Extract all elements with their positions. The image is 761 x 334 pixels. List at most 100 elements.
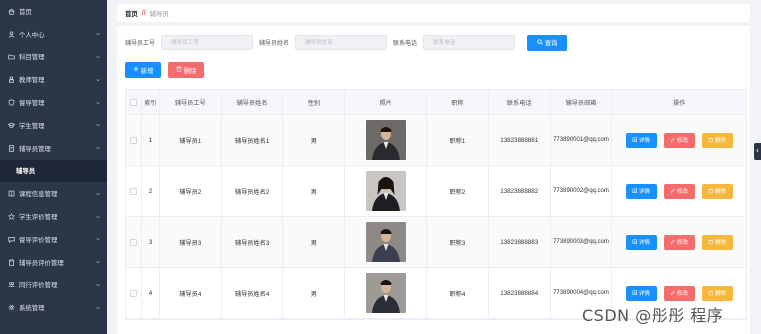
sidebar-item[interactable]: 系统管理 [0,296,107,319]
row-select-cell[interactable] [126,166,142,216]
edit-button[interactable]: 修改 [663,285,695,301]
chevron-down-icon [95,100,101,106]
sidebar-item-label: 系统管理 [19,305,45,313]
header-select-all[interactable] [126,90,142,114]
search-button[interactable]: 查询 [527,34,568,51]
delete-label: 删除 [714,138,727,144]
row-checkbox[interactable] [129,238,137,246]
sidebar-item[interactable]: 教师管理 [0,68,107,91]
cell-mail-text: 773890003@qq.com [553,239,609,245]
search-label-name: 辅导员姓名 [259,41,290,47]
chevron-down-icon [95,259,101,265]
search-input-phone[interactable] [423,35,516,50]
header-photo: 照片 [345,90,428,114]
sidebar-item[interactable]: 督导管理 [0,91,107,114]
cell-name: 辅导员姓名4 [222,268,284,318]
delete-button[interactable]: 删除 [701,285,733,301]
add-button[interactable]: 新增 [125,62,161,78]
sidebar-item[interactable]: 辅导员评价管理 [0,251,107,274]
header-mail: 辅导员邮箱 [551,90,613,114]
cell-mail: 773890003@qq.com [551,217,613,267]
cell-mail: 773890001@qq.com [551,115,613,165]
search-bar: 辅导员工号 辅导员姓名 联系电话 查询 [125,34,568,51]
sidebar-item[interactable]: 课程信息管理 [0,182,107,205]
delete-button[interactable]: 删除 [701,234,733,250]
breadcrumb: 首页 // 辅导员 [117,4,750,22]
search-icon [536,38,543,47]
sidebar-item[interactable]: 学生管理 [0,114,107,137]
header-ops: 操作 [673,99,686,107]
search-input-name[interactable] [295,35,388,50]
cell-sex: 男 [283,115,346,165]
row-checkbox[interactable] [129,187,137,195]
document-icon [632,188,638,194]
search-label-no: 辅导员工号 [125,41,156,47]
table-row: 3 辅导员3 辅导员姓名3 男 职称3 13823888883 773890003@qq.c… [126,217,746,268]
header-name: 辅导员姓名 [222,90,284,114]
table-row: 1 辅导员1 辅导员姓名1 男 职称1 13823888881 773890001@qq.c… [126,115,746,166]
sidebar-item[interactable]: 辅导员管理 [0,137,107,160]
sidebar-item-label: 同行评价管理 [19,282,58,290]
row-select-cell[interactable] [126,115,142,165]
clipboard-icon [7,258,15,266]
row-checkbox[interactable] [129,136,137,144]
sidebar-subitem[interactable]: 辅导员 [0,159,107,183]
cell-photo [345,115,428,165]
cell-mail: 773890002@qq.com [551,166,613,216]
row-select-cell[interactable] [126,217,142,267]
edit-button[interactable]: 修改 [663,234,695,250]
header-no: 辅导员工号 [160,90,222,114]
sidebar-item[interactable]: 个人中心 [0,23,107,46]
detail-button[interactable]: 详情 [625,234,657,250]
delete-button[interactable]: 删除 [701,183,733,199]
chevron-down-icon [95,191,101,197]
detail-button[interactable]: 详情 [625,132,657,148]
breadcrumb-home[interactable]: 首页 [125,9,138,18]
edit-button[interactable]: 修改 [663,132,695,148]
sidebar-item[interactable]: 督导评价管理 [0,228,107,251]
select-all-checkbox[interactable] [129,98,137,106]
chevron-down-icon [95,305,101,311]
breadcrumb-separator: // [141,9,146,17]
cell-sex: 男 [283,268,346,318]
side-drawer-toggle[interactable] [754,143,761,160]
search-input-no[interactable] [161,35,254,50]
chevron-down-icon [95,31,101,37]
cell-phone: 13823888882 [489,166,551,216]
star-icon [7,213,15,221]
edit-label: 修改 [676,291,689,297]
cell-sex: 男 [283,166,346,216]
delete-label: 删除 [714,291,727,297]
sidebar-item[interactable]: 科目管理 [0,46,107,69]
pencil-icon [670,188,676,194]
cell-no: 辅导员2 [160,166,222,216]
batch-delete-button[interactable]: 删除 [168,62,204,78]
detail-button[interactable]: 详情 [625,285,657,301]
cell-name: 辅导员姓名1 [222,115,284,165]
watermark: CSDN @彤彤 程序 [582,306,724,325]
sidebar-item[interactable]: 首页 [0,0,107,23]
row-checkbox[interactable] [129,289,137,297]
counselor-table: 索引 辅导员工号 辅导员姓名 性别 照片 职称 联系电话 辅导员邮箱 操作 1辅… [125,89,747,320]
delete-button[interactable]: 删除 [701,132,733,148]
chevron-down-icon [95,214,101,220]
cell-mail-text: 773890002@qq.com [553,188,609,194]
counselor-photo [365,120,406,160]
chevron-down-icon [95,122,101,128]
chevron-down-icon [95,282,101,288]
delete-label: 删除 [714,240,727,246]
cell-name: 辅导员姓名3 [222,217,284,267]
counselor-photo [365,222,406,262]
sidebar-item[interactable]: 同行评价管理 [0,274,107,297]
action-bar: 新增 删除 [125,62,204,78]
edit-button[interactable]: 修改 [663,183,695,199]
cell-photo [345,217,428,267]
cell-index: 1 [142,115,160,165]
row-select-cell[interactable] [126,268,142,318]
chevron-left-icon [755,148,760,155]
detail-button[interactable]: 详情 [625,183,657,199]
home-icon [7,7,15,15]
cell-name: 辅导员姓名2 [222,166,284,216]
sidebar-item[interactable]: 学生评价管理 [0,205,107,228]
cell-phone: 13823888883 [489,217,551,267]
